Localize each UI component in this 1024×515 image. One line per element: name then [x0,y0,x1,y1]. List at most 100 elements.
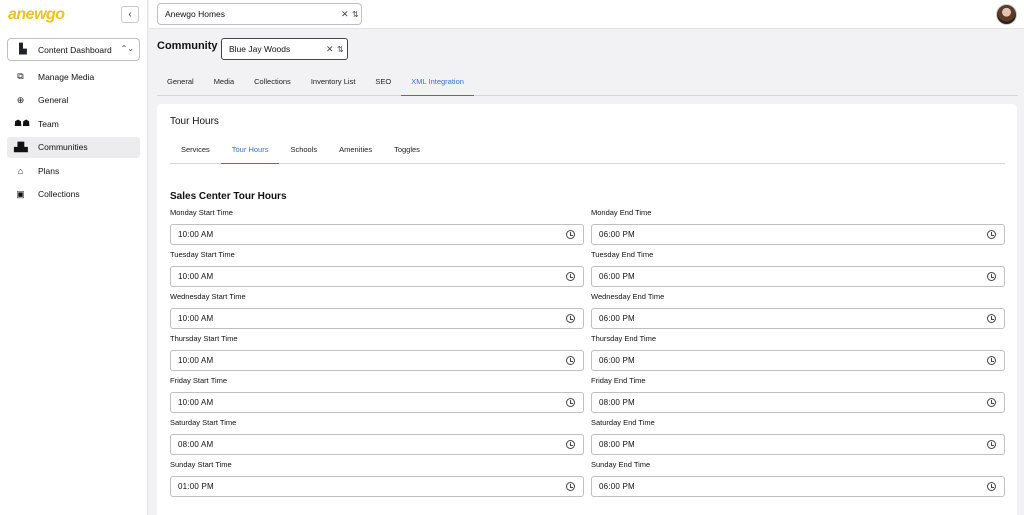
end-time-field: Tuesday End Time 06:00 PM [591,250,1005,292]
tour-hours-fields: Monday Start Time 10:00 AM Monday End Ti… [170,208,1005,502]
clock-icon[interactable] [566,482,575,491]
time-input[interactable]: 01:00 PM [170,476,584,497]
clock-icon[interactable] [987,440,996,449]
updown-arrows-icon: ⇅ [337,45,344,54]
field-label: Friday Start Time [170,376,228,385]
subtab-tour-hours[interactable]: Tour Hours [220,138,280,164]
sidebar-item-plans[interactable]: ⌂ Plans [7,160,140,181]
sidebar-item-manage-media[interactable]: ⧉ Manage Media [7,66,140,87]
builder-select[interactable]: Anewgo Homes ✕ ⇅ [157,3,362,25]
anewgo-logo: anewgo [8,6,65,23]
sidebar-item-label: Communities [38,142,88,152]
start-time-field: Sunday Start Time 01:00 PM [170,460,584,502]
tour-hours-card: Tour Hours Services Tour Hours Schools A… [157,104,1017,515]
day-row: Friday Start Time 10:00 AM Friday End Ti… [170,376,1005,418]
tab-seo[interactable]: SEO [365,69,401,96]
end-time-field: Friday End Time 08:00 PM [591,376,1005,418]
start-time-field: Friday Start Time 10:00 AM [170,376,584,418]
clock-icon[interactable] [566,398,575,407]
sub-tabs: Services Tour Hours Schools Amenities To… [170,138,1005,164]
subtab-schools[interactable]: Schools [279,138,328,164]
clear-icon[interactable]: ✕ [341,9,349,20]
sidebar: anewgo ‹ ▙ Content Dashboard ⌃⌄ ⧉ Manage… [0,0,148,515]
start-time-field: Wednesday Start Time 10:00 AM [170,292,584,334]
main-tabs: General Media Collections Inventory List… [157,69,1018,96]
tab-media[interactable]: Media [204,69,244,96]
builder-select-value: Anewgo Homes [165,9,226,19]
time-value: 06:00 PM [599,230,635,239]
start-time-field: Saturday Start Time 08:00 AM [170,418,584,460]
sidebar-item-team[interactable]: ☗☗ Team [7,113,140,134]
communities-icon: ▟▙ [14,141,28,152]
subtab-toggles[interactable]: Toggles [383,138,431,164]
time-value: 06:00 PM [599,356,635,365]
clock-icon[interactable] [987,398,996,407]
time-input[interactable]: 06:00 PM [591,308,1005,329]
collections-icon: ▣ [16,188,25,199]
sidebar-item-label: General [38,95,69,105]
field-label: Monday Start Time [170,208,233,217]
time-input[interactable]: 06:00 PM [591,476,1005,497]
time-input[interactable]: 10:00 AM [170,308,584,329]
field-label: Sunday End Time [591,460,651,469]
dashboard-select-label: Content Dashboard [38,44,112,55]
clock-icon[interactable] [566,440,575,449]
clock-icon[interactable] [987,482,996,491]
day-row: Thursday Start Time 10:00 AM Thursday En… [170,334,1005,376]
time-value: 06:00 PM [599,314,635,323]
sidebar-item-collections[interactable]: ▣ Collections [7,184,140,205]
day-row: Saturday Start Time 08:00 AM Saturday En… [170,418,1005,460]
time-value: 10:00 AM [178,314,214,323]
time-value: 08:00 PM [599,398,635,407]
community-select[interactable]: Blue Jay Woods ✕ ⇅ [221,38,348,60]
subtab-services[interactable]: Services [170,138,221,164]
sidebar-item-communities[interactable]: ▟▙ Communities [7,136,140,158]
end-time-field: Sunday End Time 06:00 PM [591,460,1005,502]
clock-icon[interactable] [987,272,996,281]
tab-collections[interactable]: Collections [244,69,301,96]
start-time-field: Tuesday Start Time 10:00 AM [170,250,584,292]
day-row: Monday Start Time 10:00 AM Monday End Ti… [170,208,1005,250]
time-input[interactable]: 08:00 PM [591,434,1005,455]
tab-xml-integration[interactable]: XML Integration [401,69,474,96]
time-input[interactable]: 10:00 AM [170,350,584,371]
clock-icon[interactable] [566,356,575,365]
clock-icon[interactable] [987,356,996,365]
end-time-field: Thursday End Time 06:00 PM [591,334,1005,376]
sidebar-item-label: Collections [38,189,80,199]
tab-inventory-list[interactable]: Inventory List [301,69,366,96]
time-input[interactable]: 10:00 AM [170,266,584,287]
clock-icon[interactable] [987,314,996,323]
sidebar-item-general[interactable]: ⊕ General [7,90,140,111]
time-input[interactable]: 08:00 PM [591,392,1005,413]
clock-icon[interactable] [566,314,575,323]
start-time-field: Thursday Start Time 10:00 AM [170,334,584,376]
subtab-amenities[interactable]: Amenities [328,138,383,164]
clock-icon[interactable] [566,272,575,281]
day-row: Wednesday Start Time 10:00 AM Wednesday … [170,292,1005,334]
clock-icon[interactable] [566,230,575,239]
time-input[interactable]: 10:00 AM [170,224,584,245]
avatar[interactable] [996,4,1017,25]
dashboard-select[interactable]: ▙ Content Dashboard ⌃⌄ [7,38,140,61]
field-label: Thursday End Time [591,334,657,343]
time-value: 08:00 PM [599,440,635,449]
time-input[interactable]: 08:00 AM [170,434,584,455]
time-value: 10:00 AM [178,230,214,239]
sidebar-item-label: Plans [38,165,60,176]
sidebar-nav: ⧉ Manage Media ⊕ General ☗☗ Team ▟▙ Comm… [7,66,140,207]
clock-icon[interactable] [987,230,996,239]
clear-icon[interactable]: ✕ [326,44,334,55]
start-time-field: Monday Start Time 10:00 AM [170,208,584,250]
card-title: Tour Hours [170,116,219,127]
time-input[interactable]: 06:00 PM [591,266,1005,287]
tab-general[interactable]: General [157,69,204,96]
community-select-value: Blue Jay Woods [229,44,291,54]
media-icon: ⧉ [17,71,24,81]
collapse-sidebar-button[interactable]: ‹ [121,6,139,23]
time-input[interactable]: 10:00 AM [170,392,584,413]
time-input[interactable]: 06:00 PM [591,350,1005,371]
field-label: Monday End Time [591,208,652,217]
time-input[interactable]: 06:00 PM [591,224,1005,245]
team-icon: ☗☗ [14,118,31,128]
